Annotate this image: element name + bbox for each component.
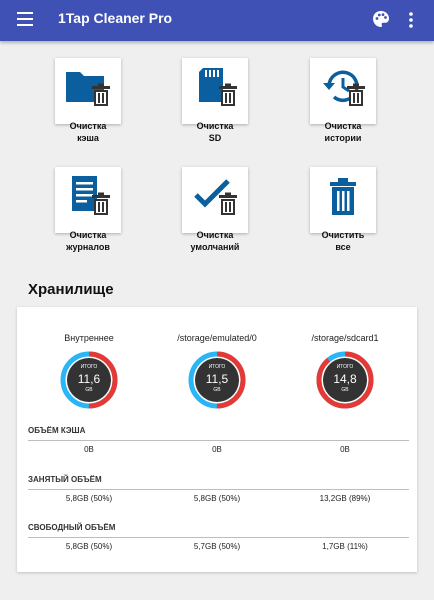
- used-space-value: 13,2GB (89%): [319, 494, 371, 503]
- tile-label: Очистка SD: [196, 121, 234, 143]
- gauge-label: ИТОГО: [336, 364, 354, 370]
- clean-defaults-button[interactable]: Очистка умолчаний: [182, 167, 248, 252]
- hamburger-icon[interactable]: [17, 12, 33, 26]
- cache-size-value: 0B: [212, 445, 222, 454]
- gauge-unit: GB: [213, 387, 221, 393]
- storage-gauge: ИТОГО 14,8 GB: [316, 351, 374, 409]
- free-space-value: 1,7GB (11%): [322, 542, 368, 551]
- clean-history-button[interactable]: Очистка истории: [310, 58, 376, 143]
- storage-card: Внутреннее /storage/emulated/0 /storage/…: [17, 307, 417, 572]
- cache-size-value: 0B: [84, 445, 94, 454]
- divider: [28, 537, 409, 538]
- cache-size-title: ОБЪЁМ КЭША: [28, 426, 86, 435]
- free-space-value: 5,8GB (50%): [65, 542, 113, 551]
- storage-section-title: Хранилище: [28, 281, 114, 298]
- history-icon: [323, 70, 365, 106]
- more-vert-icon[interactable]: [404, 10, 418, 30]
- gauge-label: ИТОГО: [208, 364, 226, 370]
- cache-size-value: 0B: [340, 445, 350, 454]
- divider: [28, 489, 409, 490]
- clean-logs-button[interactable]: Очистка журналов: [55, 167, 121, 252]
- folder-trash-icon: [66, 72, 110, 106]
- gauge-label: ИТОГО: [80, 364, 98, 370]
- palette-icon[interactable]: [372, 10, 390, 28]
- app-title: 1Tap Cleaner Pro: [58, 10, 173, 26]
- clean-cache-button[interactable]: Очистка кэша: [55, 58, 121, 143]
- gauge-unit: GB: [85, 387, 93, 393]
- tile-label: Очистка кэша: [69, 121, 107, 143]
- storage-column-name: /storage/emulated/0: [177, 333, 257, 343]
- gauge-total: 11,6: [77, 372, 101, 386]
- storage-gauge: ИТОГО 11,5 GB: [188, 351, 246, 409]
- gauge-unit: GB: [341, 387, 349, 393]
- free-space-value: 5,7GB (50%): [193, 542, 241, 551]
- divider: [28, 440, 409, 441]
- free-space-title: СВОБОДНЫЙ ОБЪЁМ: [28, 523, 116, 532]
- check-trash-icon: [194, 179, 237, 215]
- gauge-total: 11,5: [205, 372, 229, 386]
- storage-column-name: /storage/sdcard1: [311, 333, 379, 343]
- tile-label: Очистить все: [321, 230, 365, 252]
- tile-label: Очистка истории: [324, 121, 362, 143]
- tile-label: Очистка журналов: [66, 230, 110, 252]
- clean-all-button[interactable]: Очистить все: [310, 167, 376, 252]
- document-trash-icon: [72, 176, 110, 215]
- clean-sd-button[interactable]: Очистка SD: [182, 58, 248, 143]
- used-space-value: 5,8GB (50%): [65, 494, 113, 503]
- tile-label: Очистка умолчаний: [190, 230, 240, 252]
- app-bar: 1Tap Cleaner Pro: [0, 0, 434, 41]
- storage-gauge: ИТОГО 11,6 GB: [60, 351, 118, 409]
- trash-icon: [330, 178, 356, 215]
- storage-column-name: Внутреннее: [64, 333, 114, 343]
- used-space-title: ЗАНЯТЫЙ ОБЪЁМ: [28, 475, 102, 484]
- used-space-value: 5,8GB (50%): [193, 494, 241, 503]
- sdcard-trash-icon: [199, 68, 237, 106]
- gauge-total: 14,8: [333, 372, 357, 386]
